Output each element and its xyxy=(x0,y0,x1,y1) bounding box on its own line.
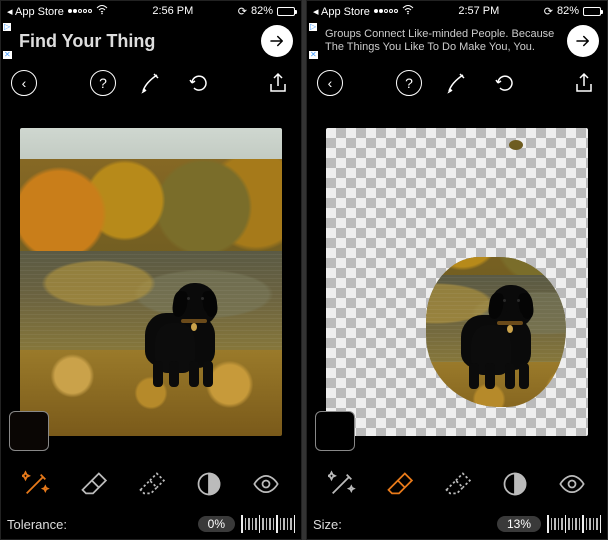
mask-tool[interactable] xyxy=(497,466,533,502)
share-button[interactable] xyxy=(571,70,597,96)
canvas-area[interactable] xyxy=(307,105,607,459)
ad-cta-button[interactable] xyxy=(567,25,599,57)
phone-left: ◂ App Store 2:56 PM ⟳ 82% ▷ ✕ Find Your … xyxy=(0,0,302,540)
param-value[interactable]: 0% xyxy=(198,516,235,532)
brush-settings-button[interactable] xyxy=(444,70,470,96)
param-bar: Size: 13% xyxy=(307,509,607,539)
ad-close-icon[interactable]: ✕ xyxy=(309,51,318,59)
top-toolbar: ‹ ? xyxy=(307,61,607,105)
param-slider[interactable] xyxy=(241,514,295,534)
rotation-lock-icon: ⟳ xyxy=(544,5,553,18)
clock: 2:56 PM xyxy=(152,5,193,17)
battery-pct: 82% xyxy=(251,5,273,17)
wifi-icon xyxy=(402,5,414,18)
phone-right: ◂ App Store 2:57 PM ⟳ 82% ▷ ✕ Groups Con… xyxy=(306,0,608,540)
preview-tool[interactable] xyxy=(248,466,284,502)
signal-icon xyxy=(68,9,92,13)
magic-wand-tool[interactable] xyxy=(324,466,360,502)
preview-tool[interactable] xyxy=(554,466,590,502)
battery-icon xyxy=(277,7,295,16)
adchoices-icon[interactable]: ▷ xyxy=(309,23,317,31)
photo-original xyxy=(20,128,282,436)
back-button[interactable]: ‹ xyxy=(11,70,37,96)
restore-tool[interactable] xyxy=(439,466,475,502)
help-button[interactable]: ? xyxy=(396,70,422,96)
param-label: Tolerance: xyxy=(7,517,67,532)
canvas-area[interactable] xyxy=(1,105,301,459)
back-button[interactable]: ‹ xyxy=(317,70,343,96)
status-bar: ◂ App Store 2:56 PM ⟳ 82% xyxy=(1,1,301,21)
status-bar: ◂ App Store 2:57 PM ⟳ 82% xyxy=(307,1,607,21)
brush-settings-button[interactable] xyxy=(138,70,164,96)
param-label: Size: xyxy=(313,517,342,532)
magic-wand-tool[interactable] xyxy=(18,466,54,502)
param-bar: Tolerance: 0% xyxy=(1,509,301,539)
back-to-app[interactable]: ◂ App Store xyxy=(313,5,370,18)
wifi-icon xyxy=(96,5,108,18)
ad-cta-button[interactable] xyxy=(261,25,293,57)
ad-text: Groups Connect Like-minded People. Becau… xyxy=(325,28,567,54)
battery-pct: 82% xyxy=(557,5,579,17)
battery-icon xyxy=(583,7,601,16)
color-swatch[interactable] xyxy=(315,411,355,451)
share-button[interactable] xyxy=(265,70,291,96)
undo-button[interactable] xyxy=(492,70,518,96)
top-toolbar: ‹ ? xyxy=(1,61,301,105)
ad-banner[interactable]: ▷ ✕ Find Your Thing xyxy=(1,21,301,61)
tool-row xyxy=(1,459,301,509)
arrow-right-icon xyxy=(268,32,286,50)
restore-tool[interactable] xyxy=(133,466,169,502)
arrow-right-icon xyxy=(574,32,592,50)
tool-row xyxy=(307,459,607,509)
photo-cutout xyxy=(326,128,588,436)
eraser-tool[interactable] xyxy=(75,466,111,502)
stray-pixel xyxy=(509,140,523,150)
rotation-lock-icon: ⟳ xyxy=(238,5,247,18)
color-swatch[interactable] xyxy=(9,411,49,451)
dog-subject xyxy=(135,273,235,393)
help-button[interactable]: ? xyxy=(90,70,116,96)
undo-button[interactable] xyxy=(186,70,212,96)
adchoices-icon[interactable]: ▷ xyxy=(3,23,11,31)
ad-close-icon[interactable]: ✕ xyxy=(3,51,12,59)
clock: 2:57 PM xyxy=(458,5,499,17)
param-slider[interactable] xyxy=(547,514,601,534)
signal-icon xyxy=(374,9,398,13)
ad-banner[interactable]: ▷ ✕ Groups Connect Like-minded People. B… xyxy=(307,21,607,61)
ad-text: Find Your Thing xyxy=(19,31,155,52)
mask-tool[interactable] xyxy=(191,466,227,502)
back-to-app[interactable]: ◂ App Store xyxy=(7,5,64,18)
param-value[interactable]: 13% xyxy=(497,516,541,532)
cutout-region xyxy=(426,257,566,407)
eraser-tool[interactable] xyxy=(381,466,417,502)
